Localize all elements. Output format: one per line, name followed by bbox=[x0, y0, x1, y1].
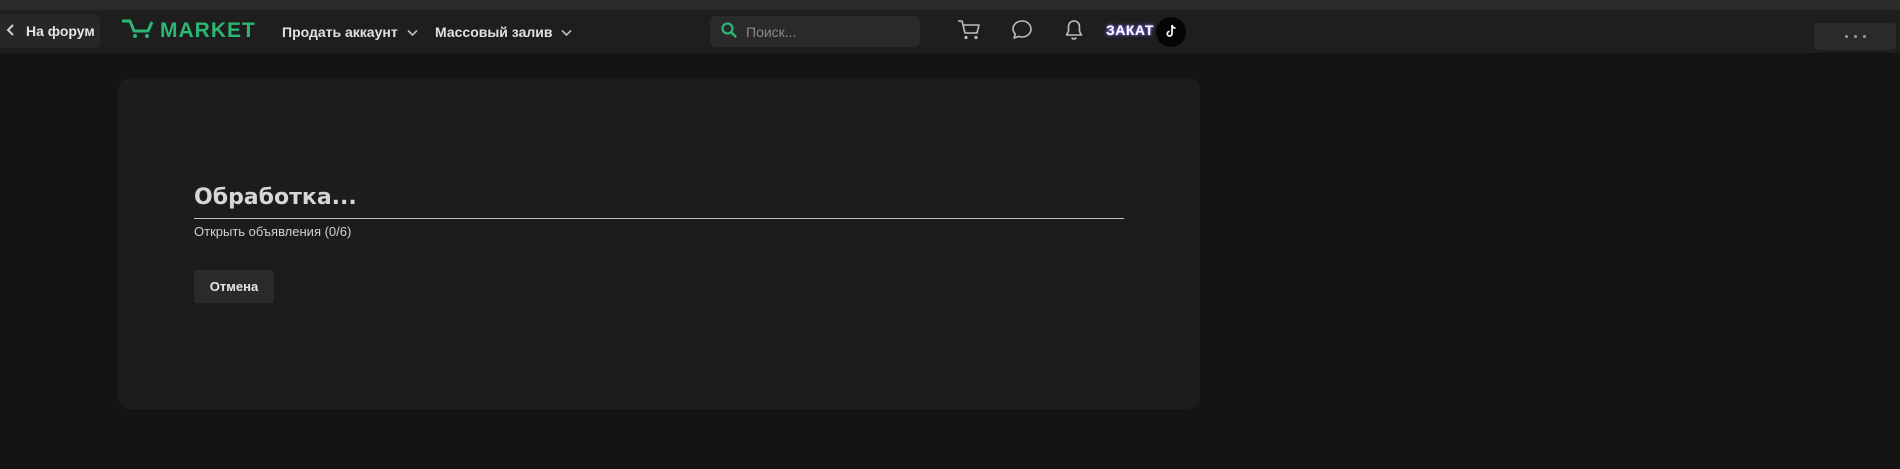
back-to-forum-button[interactable]: На форум bbox=[0, 14, 100, 48]
sell-account-menu[interactable]: Продать аккаунт bbox=[282, 21, 418, 43]
more-options-button[interactable] bbox=[1814, 23, 1896, 50]
chevron-left-icon bbox=[6, 23, 16, 39]
processing-panel: Обработка... Открыть объявления (0/6) От… bbox=[118, 78, 1200, 409]
dot bbox=[1862, 35, 1866, 38]
bell-icon bbox=[1064, 19, 1084, 45]
progress-status-text: Открыть объявления (0/6) bbox=[194, 224, 352, 239]
search-box[interactable] bbox=[710, 16, 920, 47]
chat-icon bbox=[1011, 19, 1033, 45]
top-navbar: На форум MARKET Продать аккаунт Массовый… bbox=[0, 10, 1900, 53]
tiktok-icon bbox=[1165, 23, 1177, 42]
notifications-button[interactable] bbox=[1061, 19, 1087, 45]
window-top-strip bbox=[0, 0, 1900, 10]
progress-bar-line bbox=[194, 218, 1124, 219]
cancel-button[interactable]: Отмена bbox=[194, 270, 274, 303]
promo-zakat-link[interactable]: ЗАКАТ bbox=[1106, 22, 1154, 42]
mass-upload-label: Массовый залив bbox=[435, 24, 553, 40]
search-input[interactable] bbox=[746, 23, 906, 40]
sell-account-label: Продать аккаунт bbox=[282, 24, 398, 40]
cart-button[interactable] bbox=[956, 19, 982, 45]
search-icon bbox=[721, 21, 737, 42]
messages-button[interactable] bbox=[1009, 19, 1035, 45]
back-to-forum-label: На форум bbox=[26, 23, 95, 39]
cart-logo-icon bbox=[120, 17, 154, 45]
market-logo-text: MARKET bbox=[160, 19, 256, 42]
chevron-down-icon bbox=[561, 24, 573, 40]
mass-upload-menu[interactable]: Массовый залив bbox=[435, 21, 573, 43]
processing-title: Обработка... bbox=[194, 185, 357, 210]
market-logo[interactable]: MARKET bbox=[120, 18, 256, 44]
dot bbox=[1853, 35, 1857, 38]
chevron-down-icon bbox=[407, 24, 418, 40]
progress-bar bbox=[194, 218, 1124, 219]
cart-icon bbox=[957, 19, 981, 45]
user-avatar[interactable] bbox=[1156, 17, 1186, 47]
dot bbox=[1844, 35, 1848, 38]
